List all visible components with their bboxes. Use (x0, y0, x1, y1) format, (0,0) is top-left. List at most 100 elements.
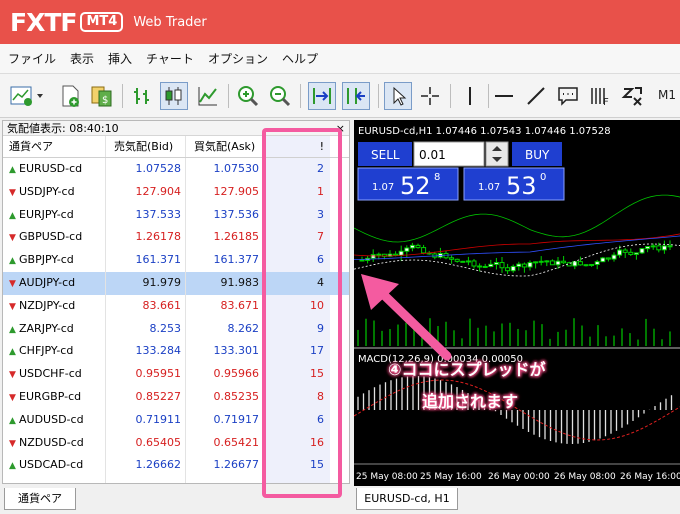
ask-cell: 0.65421 (186, 431, 264, 455)
crosshair-button[interactable] (416, 82, 444, 110)
header-symbol[interactable]: 通貨ペア (3, 136, 106, 157)
symbol-cell: ▼ EURGBP-cd (3, 385, 106, 409)
ask-cell: 127.905 (186, 180, 264, 204)
chart-title: EURUSD-cd,H1 1.07446 1.07543 1.07446 1.0… (358, 126, 611, 137)
shapes-tools-icon (621, 87, 642, 106)
bid-cell: 127.904 (106, 180, 186, 204)
candle-body (477, 265, 483, 268)
tools-button[interactable] (618, 82, 646, 110)
symbol-name: CADJPY-cd (19, 481, 75, 483)
buy-label: BUY (525, 148, 550, 162)
menu-help[interactable]: ヘルプ (282, 50, 318, 67)
bid-cell: 8.253 (106, 317, 186, 341)
menu-chart[interactable]: チャート (146, 50, 194, 67)
candle-body (622, 249, 628, 253)
menu-file[interactable]: ファイル (8, 50, 56, 67)
ask-cell: 0.95966 (186, 363, 264, 386)
candle-body (521, 263, 527, 268)
fibonacci-button[interactable]: F (586, 82, 614, 110)
candle-body (611, 254, 617, 260)
web-trader-window: FXTF MT4 Web Trader ファイル 表示 挿入 チャート オプショ… (0, 0, 680, 514)
app-header: FXTF MT4 Web Trader (0, 0, 680, 44)
line-chart-icon (198, 87, 217, 106)
spread-highlight-box (262, 128, 342, 498)
text-button[interactable] (554, 82, 582, 110)
candle-body (493, 262, 499, 265)
auto-scroll-icon (313, 88, 331, 104)
ask-cell: 137.536 (186, 203, 264, 227)
vertical-line-button[interactable] (456, 82, 484, 110)
symbol-name: USDJPY-cd (19, 184, 75, 198)
candle-body (527, 262, 533, 268)
candle-body (617, 249, 623, 256)
candle-body (628, 251, 634, 255)
lot-stepper[interactable] (485, 141, 509, 167)
line-chart-button[interactable] (194, 82, 222, 110)
symbol-name: EURGBP-cd (19, 389, 82, 403)
chart-tab[interactable]: EURUSD-cd, H1 (356, 488, 458, 510)
candle-body (645, 246, 651, 250)
arrow-down-icon: ▼ (9, 278, 16, 289)
toolbar-separator (488, 84, 489, 108)
bid-cell: 91.979 (106, 271, 186, 295)
candle-body (583, 264, 589, 267)
fxtf-logo: FXTF (10, 7, 77, 37)
bid-cell: 0.85227 (106, 385, 186, 409)
header-bid[interactable]: 売気配(Bid) (106, 136, 186, 157)
header-ask[interactable]: 買気配(Ask) (186, 136, 264, 157)
candlestick-icon (165, 87, 182, 105)
bid-cell: 0.65405 (106, 431, 186, 455)
symbol-cell: ▲ CHFJPY-cd (3, 340, 106, 364)
menu-insert[interactable]: 挿入 (108, 50, 132, 67)
menu-view[interactable]: 表示 (70, 50, 94, 67)
bar-chart-button[interactable] (128, 82, 156, 110)
menu-bar: ファイル 表示 挿入 チャート オプション ヘルプ (0, 44, 680, 74)
svg-text:$: $ (102, 95, 108, 106)
candle-body (594, 261, 600, 265)
menu-options[interactable]: オプション (208, 50, 268, 67)
cursor-button[interactable] (384, 82, 412, 110)
profiles-button[interactable]: $ (88, 82, 116, 110)
crosshair-icon (421, 87, 439, 105)
zoom-in-button[interactable] (234, 82, 262, 110)
candle-body (370, 254, 376, 259)
candle-body (376, 253, 382, 256)
candle-body (505, 267, 511, 272)
speech-bubble-icon (558, 87, 578, 106)
horizontal-line-button[interactable] (490, 82, 518, 110)
new-order-button[interactable] (56, 82, 84, 110)
callout-text-line1: ④ココにスプレッドが (388, 360, 546, 379)
bid-cell: 1.26662 (106, 454, 186, 478)
ask-cell: 133.301 (186, 340, 264, 364)
candle-body (488, 263, 494, 267)
toolbar-separator (122, 84, 123, 108)
market-watch-tab[interactable]: 通貨ペア (4, 488, 76, 510)
candlestick-button[interactable] (160, 82, 188, 110)
timeframe-m1[interactable]: M1 (658, 88, 676, 102)
chart-shift-button[interactable] (342, 82, 370, 110)
auto-scroll-button[interactable] (308, 82, 336, 110)
candle-body (510, 265, 516, 272)
candle-body (600, 257, 606, 263)
zoom-out-button[interactable] (266, 82, 294, 110)
new-chart-button[interactable] (8, 82, 46, 110)
candle-body (516, 263, 522, 267)
candle-body (544, 260, 550, 263)
bid-cell: 83.661 (106, 294, 186, 318)
symbol-cell: ▲ ZARJPY-cd (3, 317, 106, 341)
ask-cell: 0.85235 (186, 385, 264, 409)
trend-line-button[interactable] (522, 82, 550, 110)
candle-body (404, 247, 410, 252)
zoom-in-icon (238, 86, 259, 107)
symbol-cell: ▼ GBPUSD-cd (3, 226, 106, 250)
candle-body (415, 244, 421, 249)
bid-cell: 1.07528 (106, 158, 186, 181)
horizontal-line-icon (495, 95, 513, 97)
buy-price-small: 1.07 (478, 182, 500, 193)
buy-price-big: 53 (506, 172, 537, 200)
symbol-name: EURUSD-cd (19, 162, 83, 175)
callout-arrow (361, 274, 452, 361)
candle-body (572, 261, 578, 267)
one-click-trading-panel: SELL 0.01 BUY 1.07 52 8 1.07 53 0 (357, 141, 565, 201)
toolbar-separator (300, 84, 301, 108)
